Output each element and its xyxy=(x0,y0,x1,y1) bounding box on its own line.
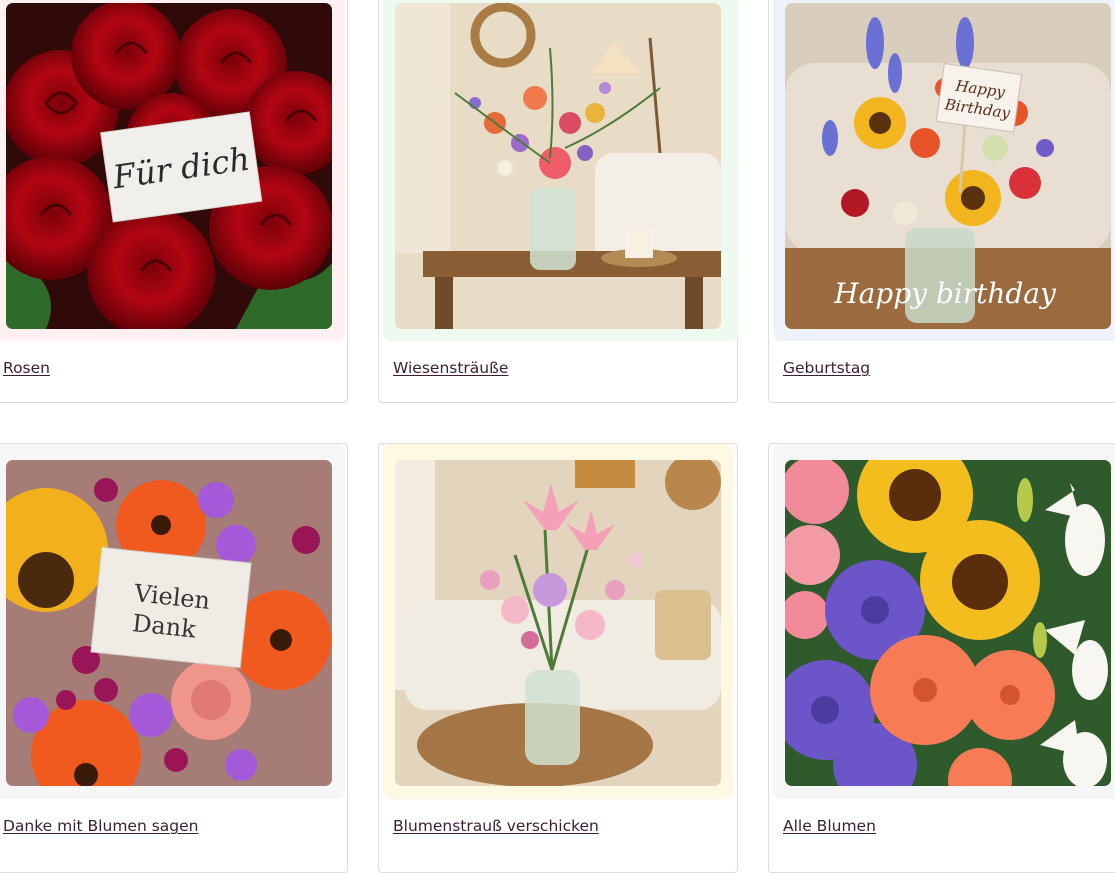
card-image-tile: Für dich xyxy=(0,0,345,341)
category-link-rosen[interactable]: Rosen xyxy=(3,359,50,377)
category-link-verschicken[interactable]: Blumenstrauß verschicken xyxy=(393,817,599,835)
thank-you-bouquet-image[interactable]: Vielen Dank xyxy=(6,460,332,786)
category-card-rosen[interactable]: Für dich Rosen xyxy=(0,0,348,403)
card-image-tile: Vielen Dank xyxy=(0,444,345,799)
category-link-wiesenstraeusse[interactable]: Wiesensträuße xyxy=(393,359,508,377)
category-card-verschicken[interactable]: Blumenstrauß verschicken xyxy=(378,443,738,873)
overlay-text: Happy birthday xyxy=(833,277,1057,310)
category-card-alle-blumen[interactable]: Alle Blumen xyxy=(768,443,1115,873)
card-image-tile: Happy Birthday Happy birthday xyxy=(773,0,1115,341)
category-link-geburtstag[interactable]: Geburtstag xyxy=(783,359,870,377)
category-link-danke[interactable]: Danke mit Blumen sagen xyxy=(3,817,198,835)
lily-bouquet-image[interactable] xyxy=(395,460,721,786)
category-card-danke[interactable]: Vielen Dank Danke mit Blumen sagen xyxy=(0,443,348,873)
category-link-alle-blumen[interactable]: Alle Blumen xyxy=(783,817,876,835)
category-card-geburtstag[interactable]: Happy Birthday Happy birthday Geburtstag xyxy=(768,0,1115,403)
birthday-bouquet-image[interactable]: Happy Birthday Happy birthday xyxy=(785,3,1111,329)
all-flowers-image[interactable] xyxy=(785,460,1111,786)
card-image-tile xyxy=(383,444,733,799)
roses-image[interactable]: Für dich xyxy=(6,3,332,329)
card-image-tile xyxy=(383,0,739,341)
card-image-tile xyxy=(773,444,1115,799)
meadow-bouquet-image[interactable] xyxy=(395,3,721,329)
category-card-wiesenstraeusse[interactable]: Wiesensträuße xyxy=(378,0,739,403)
